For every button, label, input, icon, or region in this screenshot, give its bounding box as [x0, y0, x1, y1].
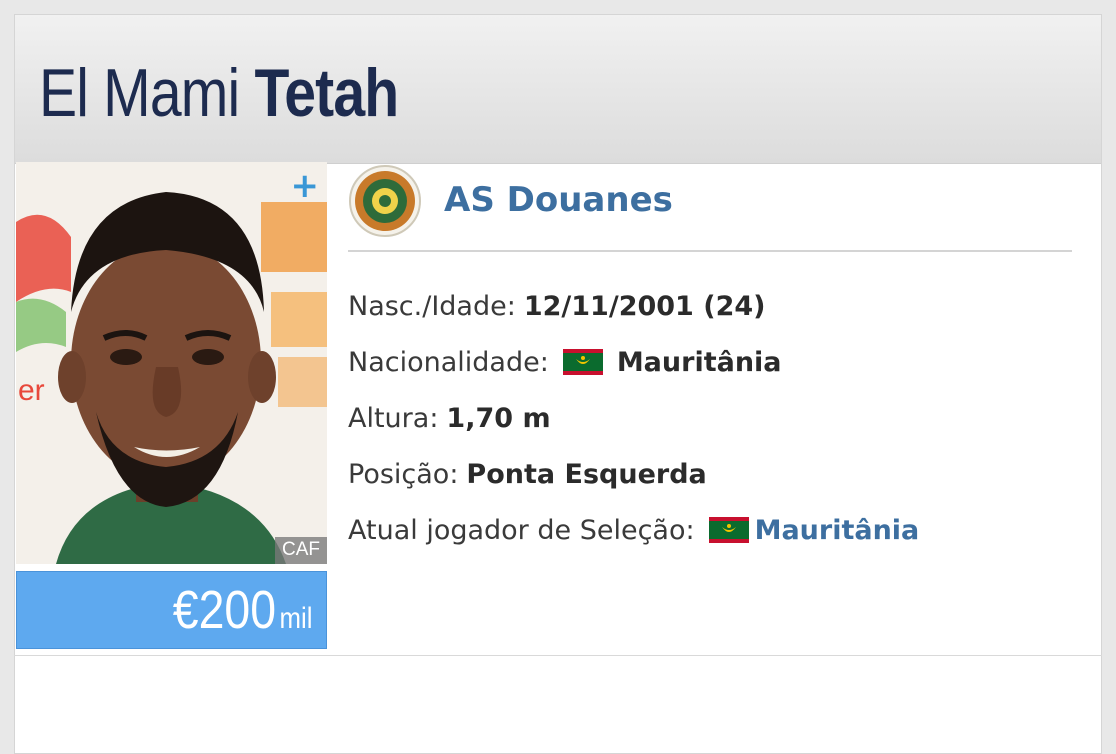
- player-header: El Mami Tetah: [15, 15, 1101, 164]
- player-photo[interactable]: er + CAF: [16, 162, 327, 564]
- birth-value: 12/11/2001 (24): [523, 290, 766, 322]
- mauritania-flag-icon: [562, 349, 603, 375]
- player-portrait-image: er: [16, 162, 327, 564]
- mauritania-flag-icon: [708, 517, 749, 543]
- svg-text:er: er: [18, 374, 45, 407]
- position-label: Posição:: [348, 458, 459, 490]
- market-value: €200 mil: [172, 578, 312, 642]
- photo-credit: CAF: [275, 537, 327, 564]
- info-row-birth: Nasc./Idade: 12/11/2001 (24): [348, 278, 919, 334]
- nationality-label: Nacionalidade:: [348, 346, 549, 378]
- position-value: Ponta Esquerda: [466, 458, 707, 490]
- nationality-value: Mauritânia: [616, 346, 782, 378]
- player-last-name: Tetah: [254, 55, 399, 131]
- national-team-label: Atual jogador de Seleção:: [348, 514, 695, 546]
- market-value-box[interactable]: €200 mil: [16, 571, 327, 649]
- info-row-national-team: Atual jogador de Seleção: Mauritânia: [348, 502, 919, 558]
- national-team-link[interactable]: Mauritânia: [755, 515, 920, 546]
- market-value-unit: mil: [279, 602, 312, 635]
- birth-label: Nasc./Idade:: [348, 290, 516, 322]
- player-info-list: Nasc./Idade: 12/11/2001 (24) Nacionalida…: [348, 278, 919, 558]
- player-name: El Mami Tetah: [39, 51, 399, 135]
- info-row-height: Altura: 1,70 m: [348, 390, 919, 446]
- club-row: AS Douanes: [348, 164, 1072, 244]
- height-value: 1,70 m: [446, 402, 551, 434]
- height-label: Altura:: [348, 402, 439, 434]
- divider: [348, 250, 1072, 252]
- market-value-amount: €200: [172, 580, 276, 640]
- info-row-position: Posição: Ponta Esquerda: [348, 446, 919, 502]
- club-crest-icon[interactable]: [348, 164, 422, 238]
- section-divider: [14, 655, 1102, 656]
- info-row-nationality: Nacionalidade: Mauritânia: [348, 334, 919, 390]
- add-photo-icon[interactable]: +: [291, 166, 320, 206]
- club-name-link[interactable]: AS Douanes: [444, 180, 673, 220]
- player-first-name: El Mami: [39, 55, 240, 131]
